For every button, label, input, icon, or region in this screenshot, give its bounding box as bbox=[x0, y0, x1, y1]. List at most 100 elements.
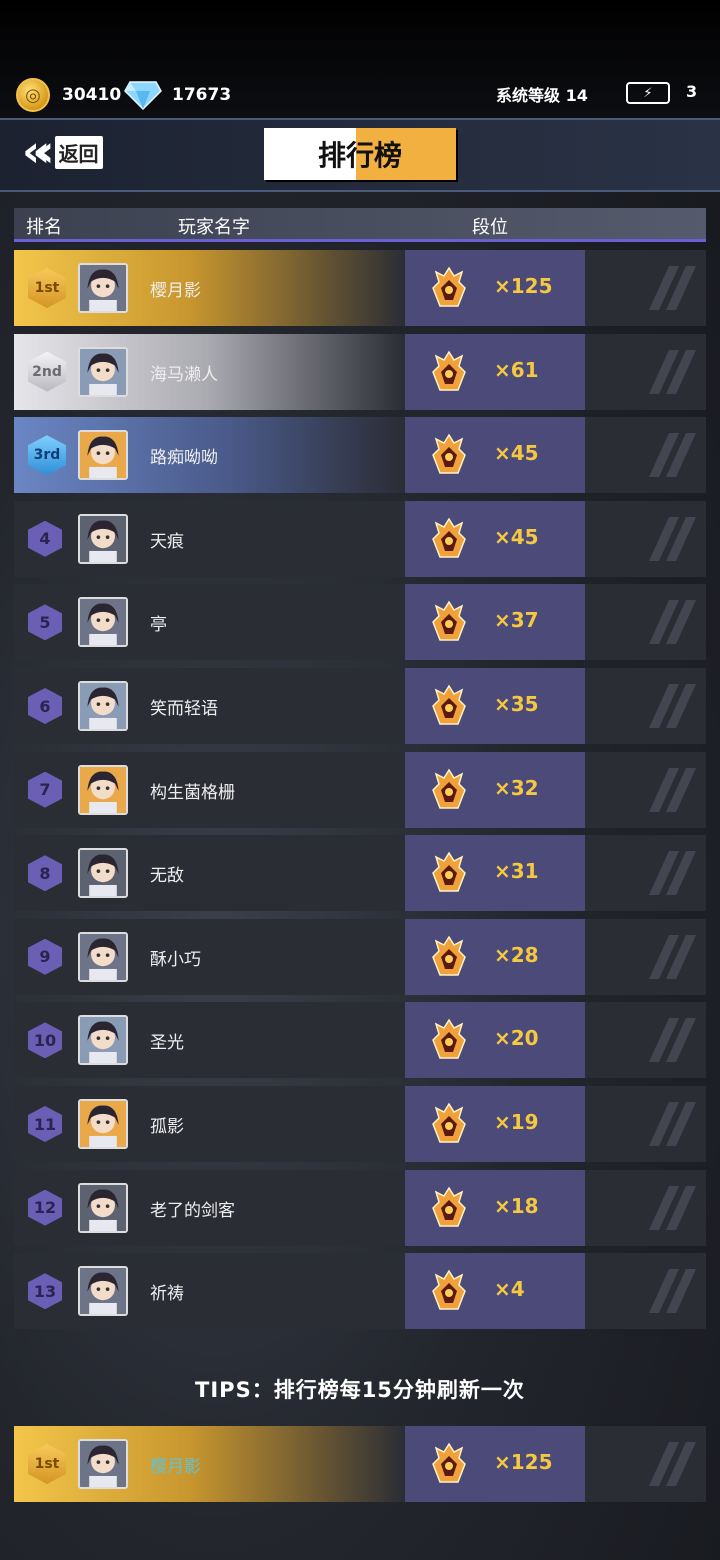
row-decoration-icon bbox=[644, 845, 704, 901]
row-decoration-icon bbox=[644, 511, 704, 567]
avatar[interactable] bbox=[78, 430, 128, 481]
row-decoration-icon bbox=[644, 678, 704, 734]
table-row[interactable]: 1st 樱月影 ×125 bbox=[14, 250, 706, 326]
avatar[interactable] bbox=[78, 1015, 128, 1066]
row-background bbox=[14, 1426, 404, 1502]
player-name: 天痕 bbox=[150, 531, 184, 552]
tier-crest-icon bbox=[432, 851, 466, 893]
tier-crest-icon bbox=[432, 1442, 466, 1484]
tier-crest-icon bbox=[432, 266, 466, 308]
avatar[interactable] bbox=[78, 764, 128, 815]
avatar[interactable] bbox=[78, 1182, 128, 1233]
tier-score: ×19 bbox=[494, 1110, 539, 1134]
tier-crest-icon bbox=[432, 433, 466, 475]
avatar[interactable] bbox=[78, 263, 128, 313]
row-decoration-icon bbox=[644, 260, 704, 316]
table-row[interactable]: 9 酥小巧 ×28 bbox=[14, 918, 706, 995]
table-row[interactable]: 7 构生菌格栅 ×32 bbox=[14, 751, 706, 828]
energy-icon: ⚡ bbox=[626, 82, 670, 104]
table-row[interactable]: 12 老了的剑客 ×18 bbox=[14, 1169, 706, 1246]
player-name: 海马濑人 bbox=[150, 364, 218, 385]
avatar[interactable] bbox=[78, 1099, 128, 1149]
back-arrow-icon: «‹ bbox=[22, 126, 54, 177]
avatar[interactable] bbox=[78, 513, 128, 564]
row-decoration-icon bbox=[644, 1096, 704, 1152]
coin-amount: 30410 bbox=[62, 85, 122, 105]
player-name: 樱月影 bbox=[150, 281, 201, 301]
page-title: 排行榜 bbox=[264, 128, 456, 180]
table-row[interactable]: 2nd 海马濑人 ×61 bbox=[14, 333, 706, 410]
energy-count: 3 bbox=[686, 82, 698, 101]
avatar[interactable] bbox=[78, 346, 128, 397]
player-name: 构生菌格栅 bbox=[150, 782, 235, 803]
tier-score: ×4 bbox=[494, 1277, 525, 1302]
row-decoration-icon bbox=[644, 594, 704, 650]
row-background bbox=[14, 918, 404, 995]
row-decoration-icon bbox=[644, 1012, 704, 1068]
avatar[interactable] bbox=[78, 1266, 128, 1317]
row-background bbox=[14, 500, 404, 577]
row-background bbox=[14, 1002, 404, 1079]
tier-score: ×45 bbox=[494, 524, 539, 549]
tier-score: ×45 bbox=[494, 441, 539, 466]
col-tier: 段位 bbox=[472, 217, 508, 238]
row-decoration-icon bbox=[644, 1180, 704, 1236]
player-name: 圣光 bbox=[150, 1033, 184, 1054]
row-decoration-icon bbox=[644, 1263, 704, 1319]
tips-text: TIPS：排行榜每15分钟刷新一次 bbox=[195, 1378, 525, 1402]
tier-crest-icon bbox=[432, 1186, 466, 1228]
tier-crest-icon bbox=[432, 935, 466, 977]
tier-crest-icon bbox=[432, 1018, 466, 1060]
row-background bbox=[14, 1086, 404, 1162]
tier-crest-icon bbox=[432, 350, 466, 392]
avatar[interactable] bbox=[78, 681, 128, 731]
tier-crest-icon bbox=[432, 684, 466, 726]
table-row[interactable]: 8 无敌 ×31 bbox=[14, 835, 706, 912]
table-row[interactable]: 6 笑而轻语 ×35 bbox=[14, 668, 706, 744]
diamond-icon bbox=[124, 81, 162, 110]
gem-counter: 17673 bbox=[124, 78, 231, 112]
player-name: 笑而轻语 bbox=[150, 699, 218, 719]
tier-score: ×61 bbox=[494, 357, 539, 382]
row-decoration-icon bbox=[644, 427, 704, 483]
table-row[interactable]: 10 圣光 ×20 bbox=[14, 1002, 706, 1079]
row-decoration-icon bbox=[644, 344, 704, 400]
col-player: 玩家名字 bbox=[178, 217, 250, 238]
avatar[interactable] bbox=[78, 848, 128, 899]
player-name: 老了的剑客 bbox=[150, 1200, 235, 1221]
table-row[interactable]: 11 孤影 ×19 bbox=[14, 1086, 706, 1162]
coin-icon: ◎ bbox=[16, 78, 50, 112]
player-name: 孤影 bbox=[150, 1117, 184, 1137]
table-row[interactable]: 13 祈祷 ×4 bbox=[14, 1253, 706, 1330]
avatar[interactable] bbox=[78, 931, 128, 982]
table-row[interactable]: 3rd 路痴呦呦 ×45 bbox=[14, 417, 706, 494]
tier-score: ×20 bbox=[494, 1026, 539, 1051]
player-name: 无敌 bbox=[150, 866, 184, 887]
avatar[interactable] bbox=[78, 597, 128, 648]
my-rank-entry[interactable]: 1st 樱月影 ×125 bbox=[14, 1426, 706, 1502]
col-rank: 排名 bbox=[26, 217, 62, 238]
tier-crest-icon bbox=[432, 600, 466, 642]
back-label: 返回 bbox=[54, 135, 103, 169]
tier-crest-icon bbox=[432, 1102, 466, 1144]
avatar[interactable] bbox=[78, 1439, 128, 1489]
gem-amount: 17673 bbox=[172, 85, 232, 105]
back-button[interactable]: «‹ 返回 bbox=[22, 130, 103, 174]
tier-score: ×18 bbox=[494, 1193, 539, 1218]
player-name: 酥小巧 bbox=[150, 949, 201, 970]
system-level: 系统等级 14 bbox=[496, 86, 588, 105]
tier-crest-icon bbox=[432, 768, 466, 810]
tier-crest-icon bbox=[432, 1269, 466, 1311]
table-row[interactable]: 4 天痕 ×45 bbox=[14, 500, 706, 577]
row-decoration-icon bbox=[644, 1436, 704, 1492]
tier-score: ×37 bbox=[494, 608, 539, 633]
player-name: 樱月影 bbox=[150, 1457, 201, 1477]
tier-score: ×125 bbox=[494, 274, 553, 298]
row-decoration-icon bbox=[644, 762, 704, 818]
table-row[interactable]: 5 亭 ×37 bbox=[14, 584, 706, 661]
player-name: 祈祷 bbox=[150, 1284, 184, 1305]
row-decoration-icon bbox=[644, 929, 704, 985]
player-name: 亭 bbox=[150, 615, 167, 636]
row-background bbox=[14, 835, 404, 912]
tier-score: ×35 bbox=[494, 692, 539, 716]
